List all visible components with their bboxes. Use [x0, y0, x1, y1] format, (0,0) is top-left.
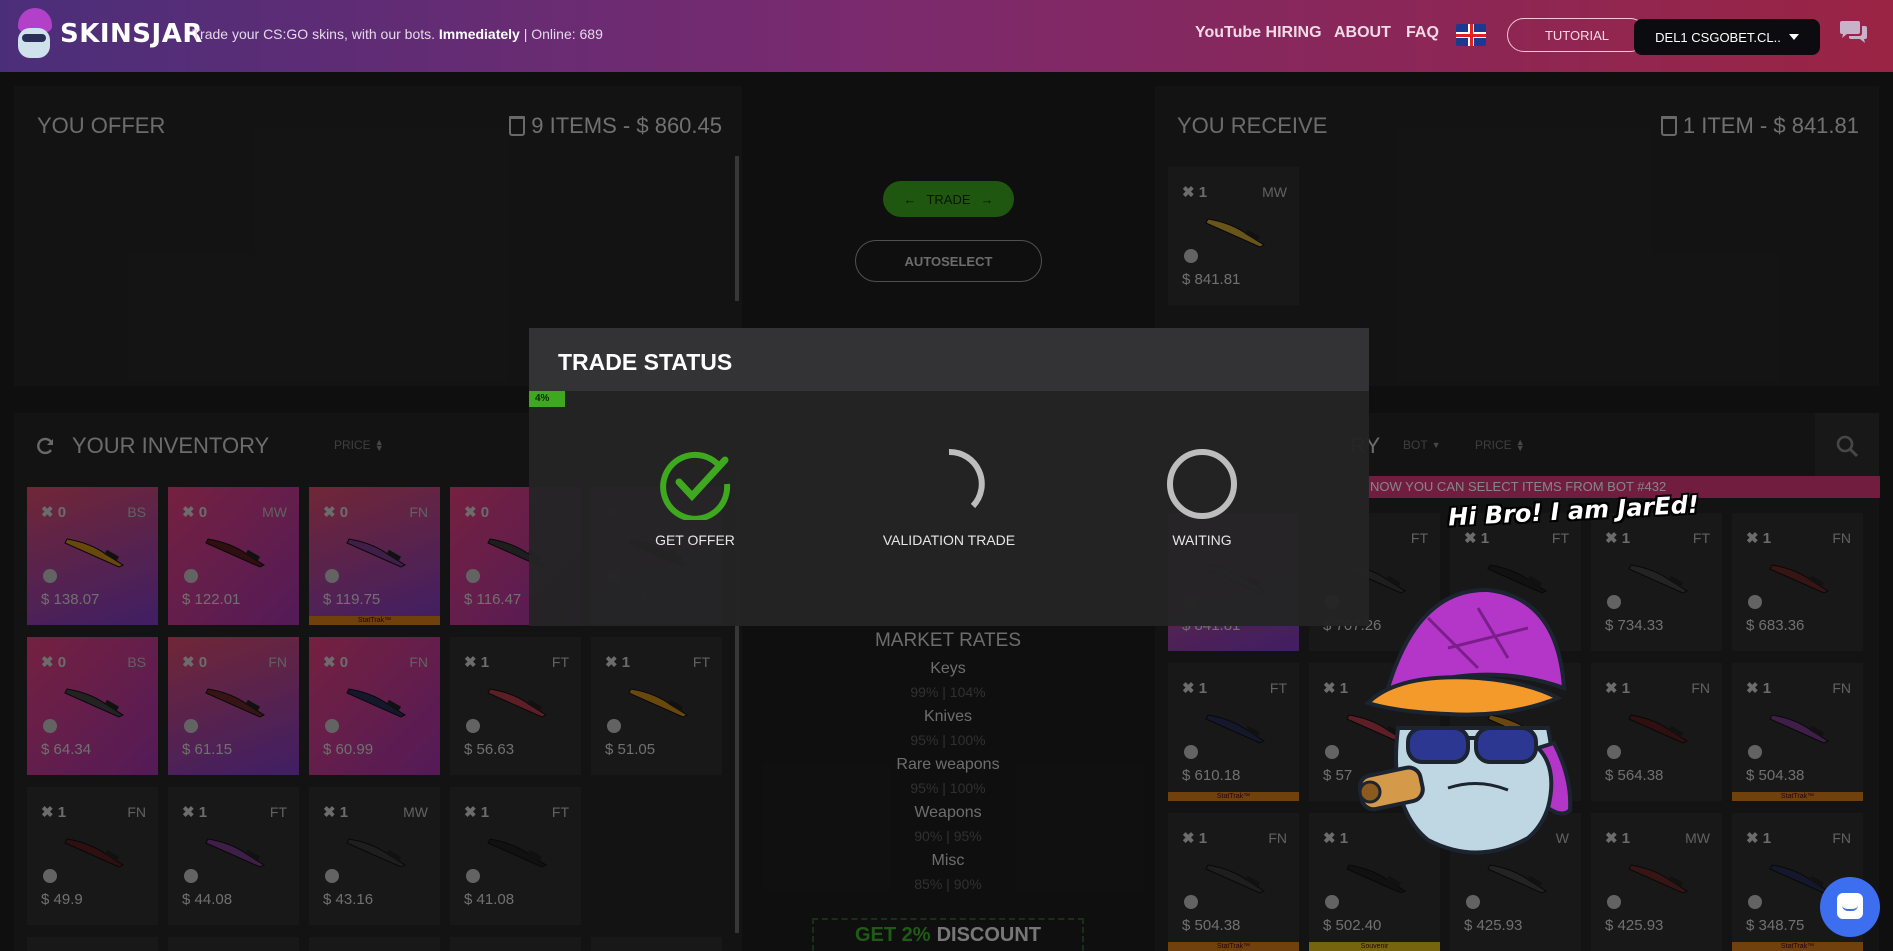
nav-faq[interactable]: FAQ [1406, 24, 1439, 42]
step-label: VALIDATION TRADE [882, 532, 1016, 548]
check-circle-icon [660, 451, 731, 520]
trade-progress-bar: 4% [529, 391, 565, 407]
loading-spinner-icon [948, 448, 985, 509]
nav-youtube[interactable]: YouTube HIRING [1195, 24, 1322, 42]
modal-header: TRADE STATUS [529, 328, 1369, 391]
step-validation: VALIDATION TRADE [849, 448, 1049, 548]
step-waiting: WAITING [1102, 448, 1302, 548]
top-header: SKINSJAR Trade your CS:GO skins, with ou… [0, 0, 1893, 72]
online-count: | Online: 689 [523, 26, 603, 42]
mascot-logo-icon [14, 6, 54, 62]
step-label: WAITING [1172, 532, 1232, 548]
account-name: DEL1 CSGOBET.CL.. [1655, 29, 1781, 45]
tagline: Trade your CS:GO skins, with our bots. I… [192, 26, 603, 42]
logo-text: SKINSJAR [60, 19, 203, 49]
support-chat-button[interactable] [1820, 877, 1880, 937]
trade-status-modal: TRADE STATUS 4% GET OFFER VALIDATION TRA… [529, 328, 1369, 626]
tutorial-button[interactable]: TUTORIAL [1507, 18, 1647, 52]
chevron-down-icon [1788, 34, 1799, 40]
account-dropdown[interactable]: DEL1 CSGOBET.CL.. [1634, 19, 1820, 55]
tagline-bold: Immediately [438, 26, 520, 42]
modal-title: TRADE STATUS [558, 349, 733, 375]
mascot-jared-icon[interactable] [1358, 578, 1580, 860]
empty-circle-icon [1167, 449, 1237, 519]
step-label: GET OFFER [655, 532, 735, 548]
tagline-text: Trade your CS:GO skins, with our bots. [192, 26, 436, 42]
chat-icon[interactable] [1838, 20, 1868, 44]
uk-flag-icon[interactable] [1456, 24, 1486, 46]
logo[interactable]: SKINSJAR [14, 6, 203, 62]
nav-about[interactable]: ABOUT [1334, 24, 1391, 42]
step-get-offer: GET OFFER [595, 448, 795, 548]
